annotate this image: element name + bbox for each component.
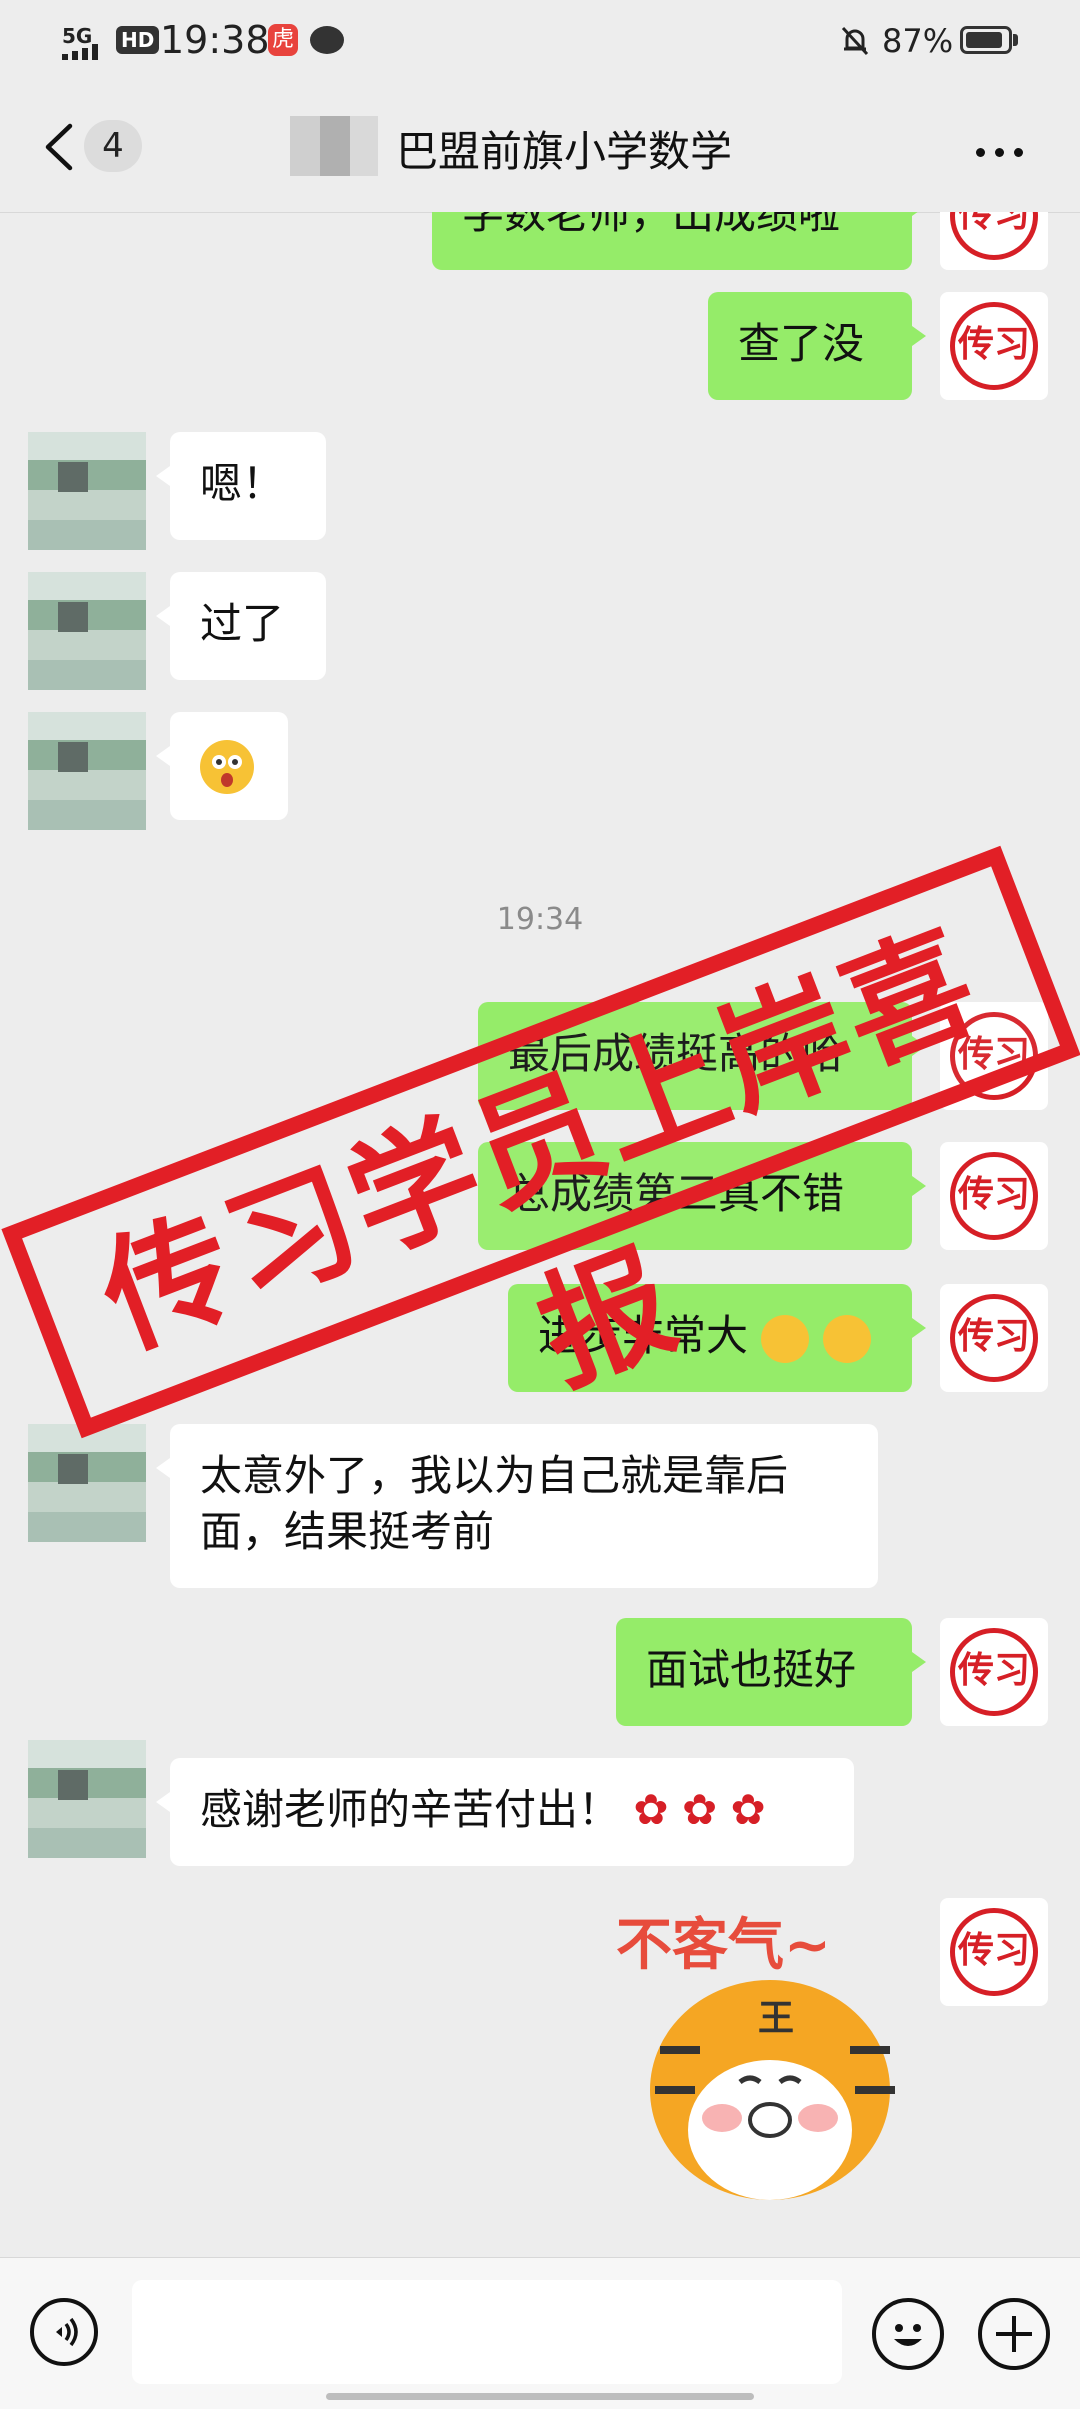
voice-icon — [56, 2317, 78, 2347]
unread-count-badge[interactable]: 4 — [84, 120, 142, 172]
message-bubble-outgoing[interactable]: 学数老师，出成绩啦 — [432, 212, 926, 270]
home-indicator[interactable] — [326, 2393, 754, 2400]
message-bubble-outgoing[interactable]: 查了没 — [708, 292, 926, 400]
input-bar — [0, 2257, 1080, 2409]
status-bar: 5G HD 19:38 虎 87% — [0, 0, 1080, 80]
tiger-icon: 王 — [650, 1980, 895, 2200]
app-notification-icon: 虎 — [268, 24, 298, 56]
teacher-avatar[interactable]: 传习 — [940, 292, 1048, 400]
message-bubble-incoming[interactable]: 嗯！ — [156, 432, 326, 540]
plus-icon — [996, 2316, 1032, 2352]
sticker-caption: 不客气~ — [616, 1913, 831, 1978]
teacher-avatar[interactable]: 传习 — [940, 1618, 1048, 1726]
message-bubble-incoming[interactable] — [156, 712, 288, 820]
blurred-name — [290, 116, 378, 176]
student-avatar[interactable] — [28, 572, 146, 690]
message-bubble-incoming[interactable]: 感谢老师的辛苦付出！ ✿ ✿ ✿ — [156, 1758, 854, 1866]
surprised-face-icon — [200, 739, 254, 794]
chat-header: 4 巴盟前旗小学数学 — [0, 80, 1080, 213]
student-avatar[interactable] — [28, 1740, 146, 1858]
teacher-avatar[interactable]: 传习 — [940, 212, 1048, 270]
svg-text:王: 王 — [758, 1998, 794, 2039]
tiger-sticker[interactable]: 不客气~ 王 — [600, 1900, 900, 2230]
mute-bell-icon — [841, 26, 869, 56]
message-bubble-incoming[interactable]: 过了 — [156, 572, 326, 680]
message-bubble-outgoing[interactable]: 面试也挺好 — [616, 1618, 926, 1726]
battery-percent: 87% — [882, 22, 954, 60]
emoji-button[interactable] — [872, 2298, 944, 2370]
message-input[interactable] — [132, 2280, 842, 2384]
teacher-avatar[interactable]: 传习 — [940, 1284, 1048, 1392]
chat-notification-icon — [310, 26, 344, 54]
student-avatar[interactable] — [28, 432, 146, 550]
rose-icon: ✿ — [633, 1785, 669, 1834]
chat-title: 巴盟前旗小学数学 — [396, 127, 733, 176]
battery-icon — [960, 26, 1012, 54]
voice-input-button[interactable] — [30, 2298, 98, 2366]
clock: 19:38 — [160, 18, 270, 62]
teacher-avatar[interactable]: 传习 — [940, 1898, 1048, 2006]
rose-icon: ✿ — [681, 1785, 718, 1834]
back-chevron-icon[interactable] — [40, 122, 80, 172]
more-actions-button[interactable] — [978, 2298, 1050, 2370]
signal-icon — [62, 44, 98, 60]
hd-badge: HD — [116, 26, 160, 54]
rose-icon: ✿ — [730, 1785, 766, 1834]
smile-icon — [894, 2324, 922, 2346]
more-options-icon[interactable] — [976, 142, 1033, 161]
student-avatar[interactable] — [28, 712, 146, 830]
